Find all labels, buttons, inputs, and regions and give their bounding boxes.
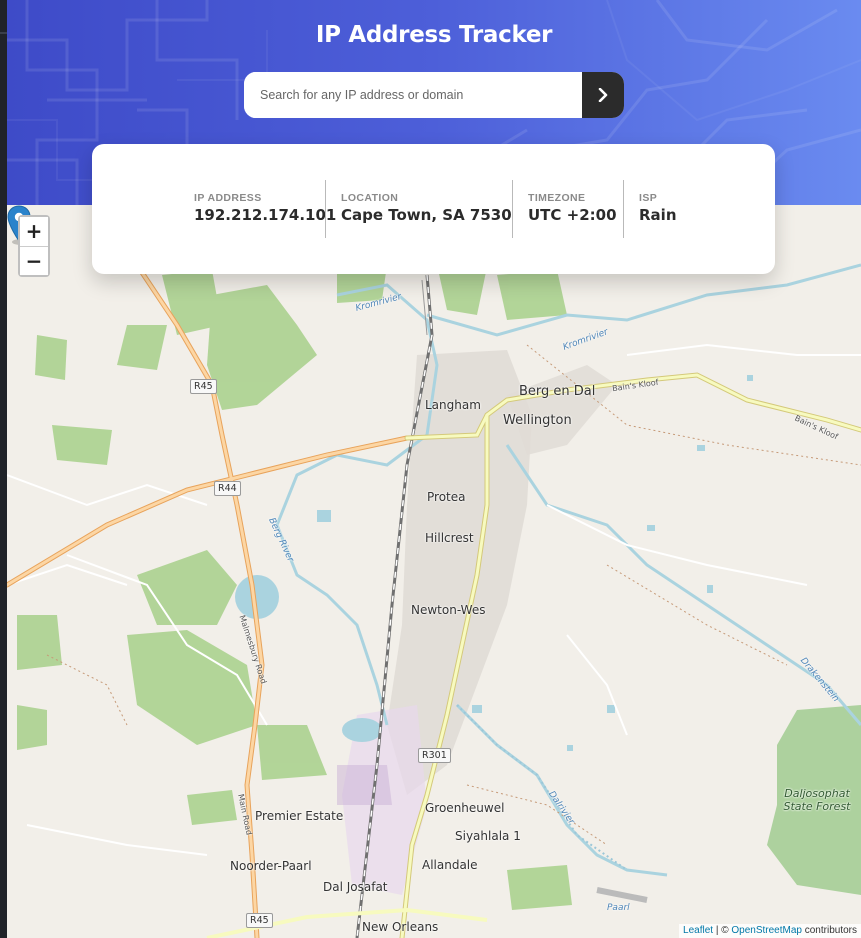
map-label-place: Dal Josafat [323,880,388,894]
road-shield: R45 [246,913,273,928]
chevron-right-icon [598,88,608,102]
map-label-place: Newton-Wes [411,603,486,617]
map-label-place: Wellington [503,413,572,428]
page-title: IP Address Tracker [315,22,553,48]
info-label: TIMEZONE [528,192,586,204]
zoom-control: + − [18,215,50,277]
zoom-out-button[interactable]: − [20,246,48,275]
info-isp: ISP Rain [639,180,677,238]
window-edge [0,0,7,938]
info-divider [512,180,513,238]
info-label: LOCATION [341,192,399,204]
map-label-place: Noorder-Paarl [230,859,312,873]
map-label-place: Protea [427,490,466,504]
attribution-separator: | © [713,925,732,936]
map-label-place: Allandale [422,858,478,872]
info-timezone: TIMEZONE UTC +2:00 [528,180,617,238]
search-submit-button[interactable] [582,72,624,118]
info-label: IP ADDRESS [194,192,262,204]
map-label-place: Siyahlala 1 [455,829,521,843]
road-shield: R44 [214,481,241,496]
road-shield: R301 [418,748,451,763]
info-location: LOCATION Cape Town, SA 7530 [341,180,512,238]
map-label-water: Paarl [607,903,630,913]
map-label-forest: Daljosophat State Forest [783,787,851,813]
info-value: Rain [639,206,677,224]
map-label-place: New Orleans [362,920,439,934]
attribution-suffix: contributors [801,925,857,936]
osm-link[interactable]: OpenStreetMap [731,925,802,936]
info-value: 192.212.174.101 [194,206,337,224]
map-label-place: Berg en Dal [519,384,596,399]
map-label-place: Hillcrest [425,531,474,545]
info-card: IP ADDRESS 192.212.174.101 LOCATION Cape… [92,144,775,274]
info-divider [325,180,326,238]
info-divider [623,180,624,238]
map-attribution: Leaflet | © OpenStreetMap contributors [679,924,861,938]
info-ip-address: IP ADDRESS 192.212.174.101 [194,180,336,238]
zoom-in-button[interactable]: + [20,217,48,246]
app-root: IP Address Tracker IP ADDRESS 192.212.17… [7,0,861,938]
leaflet-link[interactable]: Leaflet [683,925,713,936]
search-bar [244,72,624,118]
map[interactable]: Berg en Dal Wellington Langham Protea Hi… [7,205,861,938]
map-label-place: Langham [425,398,481,412]
road-shield: R45 [190,379,217,394]
map-label-place: Premier Estate [255,809,344,823]
info-value: UTC +2:00 [528,206,617,224]
info-label: ISP [639,192,658,204]
map-tiles [7,205,861,938]
map-label-place: Groenheuwel [425,801,505,815]
info-value: Cape Town, SA 7530 [341,206,512,224]
search-input[interactable] [244,72,582,118]
